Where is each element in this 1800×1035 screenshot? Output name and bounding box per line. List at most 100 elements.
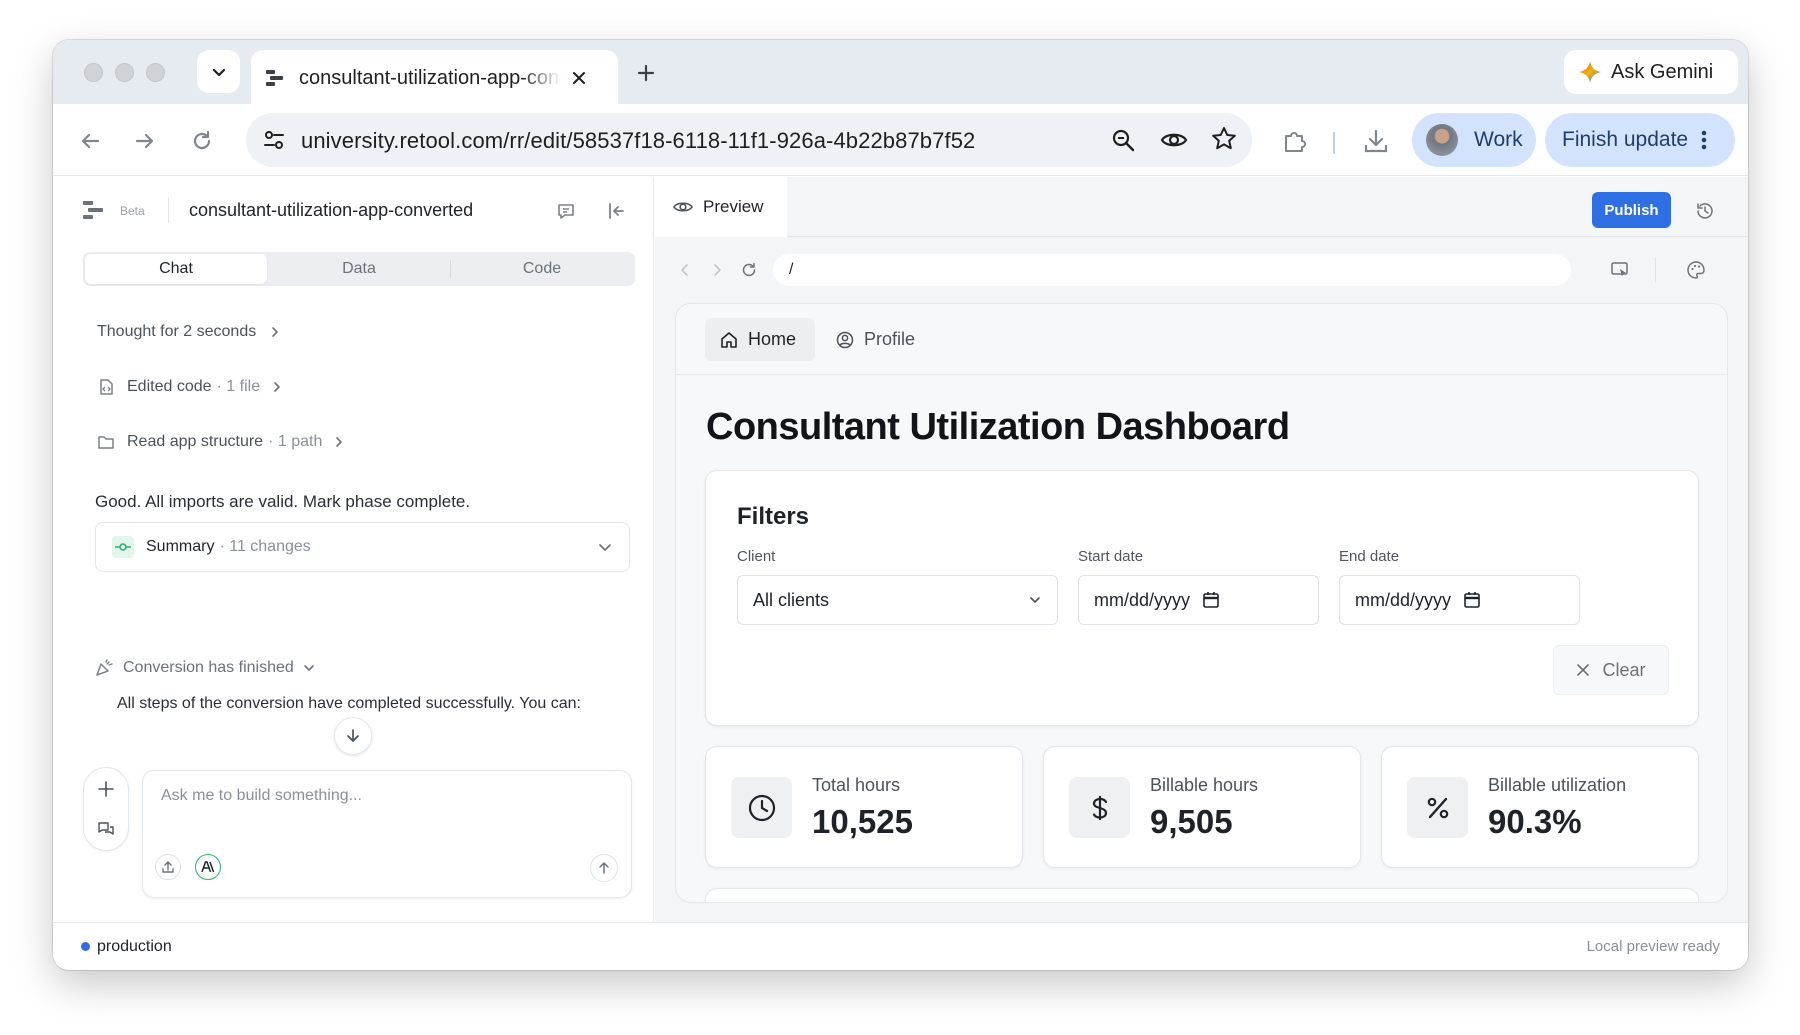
plus-icon: [637, 64, 655, 82]
edited-code-step[interactable]: Edited code · 1 file: [97, 378, 284, 396]
summary-card[interactable]: Summary · 11 changes: [95, 522, 630, 572]
nav-profile[interactable]: Profile: [836, 318, 915, 361]
tab-strip: consultant-utilization-app-converted Ask…: [53, 40, 1748, 106]
preview-tab[interactable]: Preview: [655, 177, 787, 237]
clear-filters-button[interactable]: Clear: [1553, 645, 1669, 695]
user-circle-icon: [836, 331, 854, 348]
finish-update-button[interactable]: Finish update: [1545, 113, 1735, 167]
environment-label[interactable]: production: [97, 938, 172, 956]
end-date-label: End date: [1339, 548, 1400, 565]
preview-status: Local preview ready: [1586, 938, 1720, 955]
client-label: Client: [737, 548, 776, 565]
reload-button[interactable]: [187, 126, 217, 156]
zoom-icon[interactable]: [1110, 127, 1136, 153]
kpi-value: 90.3%: [1488, 803, 1582, 840]
client-select[interactable]: All clients: [737, 575, 1058, 625]
back-button[interactable]: [75, 126, 105, 156]
read-structure-step[interactable]: Read app structure · 1 path: [97, 433, 346, 451]
end-date-input[interactable]: mm/dd/yyyy: [1339, 575, 1580, 625]
status-bar: production Local preview ready: [53, 922, 1748, 970]
kpi-value: 9,505: [1150, 803, 1233, 840]
nav-profile-label: Profile: [864, 329, 916, 349]
chat-composer[interactable]: Ask me to build something...: [142, 770, 632, 898]
edited-code-meta: · 1 file: [216, 378, 261, 395]
preview-forward-icon[interactable]: [710, 263, 724, 277]
tab-code[interactable]: Code: [451, 254, 633, 284]
retool-logo-icon: [83, 201, 103, 219]
conversion-text: All steps of the conversion have complet…: [117, 695, 581, 712]
preview-back-icon[interactable]: [678, 263, 692, 277]
download-icon: [1364, 129, 1388, 153]
scroll-down-button[interactable]: [334, 717, 372, 755]
preview-reload-icon[interactable]: [741, 262, 757, 278]
site-settings-icon[interactable]: [262, 128, 286, 152]
new-tab-button[interactable]: [631, 58, 661, 88]
eye-icon[interactable]: [1160, 127, 1188, 153]
downloads-button[interactable]: [1361, 126, 1391, 156]
app-name[interactable]: consultant-utilization-app-converted: [189, 200, 473, 221]
conversion-title: Conversion has finished: [123, 659, 294, 676]
tab-data[interactable]: Data: [268, 254, 450, 284]
kpi-label: Billable utilization: [1488, 775, 1627, 795]
chevron-right-icon: [272, 327, 279, 337]
window-close-control[interactable]: [84, 63, 103, 82]
window-maximize-control[interactable]: [146, 63, 165, 82]
kpi-value: 10,525: [812, 803, 913, 840]
conversion-status[interactable]: Conversion has finished: [95, 659, 316, 677]
close-icon[interactable]: [571, 70, 587, 86]
start-date-input[interactable]: mm/dd/yyyy: [1078, 575, 1319, 625]
calendar-icon[interactable]: [1202, 591, 1220, 609]
retool-favicon-icon: [266, 70, 283, 86]
tab-search-button[interactable]: [197, 50, 240, 93]
browser-tab-active[interactable]: consultant-utilization-app-converted: [251, 50, 618, 106]
bookmark-star-icon[interactable]: [1211, 126, 1237, 152]
chevron-down-icon: [303, 665, 314, 671]
kpi-card-total-hours: Total hours 10,525: [705, 746, 1023, 868]
calendar-icon[interactable]: [1463, 591, 1481, 609]
home-icon: [721, 331, 737, 348]
address-bar[interactable]: university.retool.com/rr/edit/58537f18-6…: [246, 113, 1252, 167]
chat-input[interactable]: Ask me to build something...: [161, 787, 362, 805]
collapse-panel-icon[interactable]: [606, 201, 626, 221]
preview-toolbar-divider: [1655, 257, 1656, 283]
palette-icon[interactable]: [1686, 260, 1706, 280]
tab-title: consultant-utilization-app-converted: [299, 66, 561, 89]
thought-label: Thought for 2 seconds: [97, 323, 257, 340]
chat-history-icon[interactable]: [97, 820, 115, 838]
forward-button[interactable]: [130, 126, 160, 156]
model-selector-button[interactable]: [195, 854, 221, 880]
ask-gemini-button[interactable]: Ask Gemini: [1564, 50, 1738, 94]
comment-icon[interactable]: [556, 201, 576, 221]
upload-button[interactable]: [155, 854, 181, 880]
publish-button[interactable]: Publish: [1592, 192, 1671, 228]
profile-button[interactable]: Work: [1412, 113, 1536, 167]
tab-chat[interactable]: Chat: [85, 254, 267, 284]
summary-label: Summary: [146, 538, 215, 555]
app-navbar: Home Profile: [676, 304, 1727, 375]
summary-icon: [112, 536, 134, 558]
url-text[interactable]: university.retool.com/rr/edit/58537f18-6…: [301, 128, 975, 154]
inspect-icon[interactable]: [1610, 261, 1630, 279]
file-code-icon: [100, 379, 113, 395]
end-date-placeholder: mm/dd/yyyy: [1355, 589, 1452, 610]
send-button[interactable]: [590, 854, 618, 882]
nav-home[interactable]: Home: [705, 318, 815, 361]
composer-side-actions: [83, 767, 129, 851]
window-minimize-control[interactable]: [115, 63, 134, 82]
thought-step[interactable]: Thought for 2 seconds: [97, 323, 282, 341]
kpi-label: Billable hours: [1150, 775, 1259, 795]
start-date-placeholder: mm/dd/yyyy: [1094, 589, 1191, 610]
next-section-card: [705, 888, 1699, 902]
history-icon[interactable]: [1695, 201, 1715, 221]
party-popper-icon: [96, 659, 113, 676]
plus-icon[interactable]: [97, 780, 115, 798]
filters-card: Filters Client All clients Start date mm…: [705, 470, 1699, 726]
anthropic-logo-icon: [201, 861, 215, 873]
kpi-label: Total hours: [812, 775, 901, 795]
commit-icon: [115, 543, 131, 551]
preview-path-input[interactable]: /: [773, 254, 1571, 286]
header-divider: [168, 197, 169, 223]
page-content: Beta consultant-utilization-app-converte…: [53, 177, 1748, 922]
preview-panel: Preview Publish / Home Profile Consultan…: [655, 177, 1748, 922]
extensions-button[interactable]: [1279, 126, 1309, 156]
